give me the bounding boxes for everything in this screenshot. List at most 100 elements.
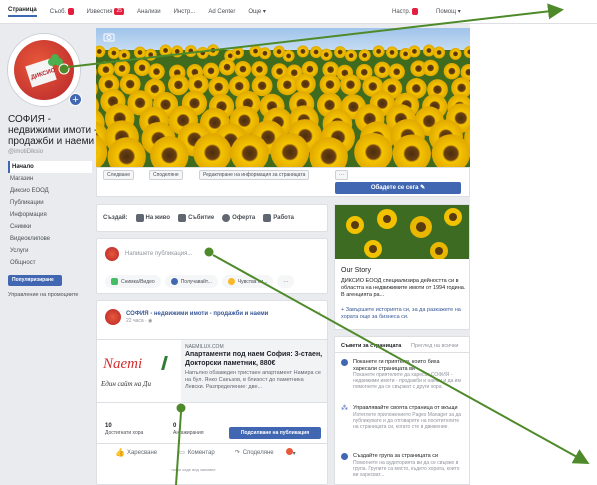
reach-stat: 10 Достигнати хора	[105, 423, 143, 436]
boost-post-button[interactable]: Подсилване на публикация	[229, 427, 321, 439]
profile-picture[interactable]: ДИКСИО +	[8, 34, 82, 106]
page-top-nav: Страница Съоб. Известия 25 Анализи Инстр.…	[0, 0, 597, 24]
get-messages-button[interactable]: Получавайт...	[164, 275, 218, 288]
create-offer[interactable]: Оферта	[222, 214, 255, 222]
nav-videos[interactable]: Видеоклипове	[8, 233, 92, 245]
tab-page-label: Страница	[8, 6, 37, 13]
tip-group-body: Помогнете на аудиторията ви да се свърже…	[353, 459, 460, 478]
our-story-card[interactable]: Our Story ДИКСИО ЕООД специализира дейно…	[334, 204, 470, 330]
promote-button[interactable]: Популяризиране	[8, 275, 62, 286]
tip-manager-body: Изтеглете приложението Pages Manager за …	[353, 411, 462, 430]
link-image: Naemi Един сайт на Ди	[97, 340, 181, 402]
photo-video-button[interactable]: Снимка/Видео	[105, 275, 161, 288]
comment-icon: ▭	[179, 450, 185, 456]
composer-avatar	[105, 247, 119, 261]
sunflower-field-image	[96, 28, 470, 167]
nav-community[interactable]: Общност	[8, 257, 92, 269]
tab-ad-center[interactable]: Ad Center	[208, 9, 235, 15]
logo-accent-shape	[161, 356, 177, 370]
link-title: Апартаменти под наем София: 3-стаен, Док…	[185, 351, 323, 367]
settings-badge	[412, 8, 418, 15]
post-author[interactable]: СОФИЯ - недвижими имоти - продажби и нае…	[126, 311, 268, 317]
create-job[interactable]: Работа	[263, 214, 294, 222]
photo-video-label: Снимка/Видео	[121, 278, 155, 285]
call-now-button[interactable]: Обадете се сега ✎	[335, 182, 461, 194]
nav-diksio[interactable]: Диксио ЕООД	[8, 185, 92, 197]
tip-pages-manager[interactable]: ⁂ Управлявайте своята страница от вкъщи И…	[341, 405, 465, 430]
tab-notifications[interactable]: Известия 25	[87, 8, 125, 15]
tag-icon	[222, 214, 231, 222]
post-time[interactable]: 22 часа · ◉	[126, 318, 268, 324]
smiley-icon	[227, 278, 235, 285]
photo-icon	[111, 278, 118, 285]
nav-shop[interactable]: Магазин	[8, 173, 92, 185]
page-handle[interactable]: @imotiDiksio	[8, 149, 92, 155]
post-menu-button[interactable]: ···	[314, 309, 321, 316]
notifications-badge: 25	[114, 8, 125, 15]
edit-page-info-button[interactable]: Редактиране на информация за страницата	[199, 170, 310, 180]
story-title: Our Story	[341, 267, 371, 274]
tab-page[interactable]: Страница	[8, 7, 37, 17]
naemilux-logo-text: Naemi	[103, 356, 143, 372]
help-link[interactable]: Помощ ▾	[436, 8, 461, 15]
create-job-label: Работа	[273, 215, 294, 221]
reach-value: 10	[105, 423, 112, 429]
complete-story-link[interactable]: + Завършете историята си, за да разкажет…	[341, 307, 467, 321]
composer-input[interactable]: Напишете публикация...	[125, 251, 192, 257]
follow-button[interactable]: Следване	[103, 170, 135, 180]
follow-label: Следване	[107, 172, 131, 178]
invite-icon	[341, 359, 348, 366]
engagement-stat: 0 Ангажирания	[173, 423, 204, 436]
nav-about[interactable]: Информация	[8, 209, 92, 221]
create-offer-label: Оферта	[232, 215, 256, 221]
reaction-selector[interactable]: ▾	[285, 448, 296, 457]
post-composer: Напишете публикация... Снимка/Видео Полу…	[96, 238, 328, 294]
tab-insights[interactable]: Анализи	[137, 9, 161, 15]
tab-more[interactable]: Още ▾	[248, 8, 266, 15]
tip-invite-title: Поканете ги приятели, които биха харесал…	[353, 359, 440, 372]
reach-label: Достигнати хора	[105, 430, 144, 436]
link-domain: NAEMILUX.COM	[185, 344, 224, 350]
comment-button[interactable]: ▭ Коментар	[179, 449, 215, 457]
feeling-button[interactable]: Чувства си...	[221, 275, 274, 288]
calendar-icon	[178, 214, 187, 222]
share-button[interactable]: Споделяне	[149, 170, 183, 180]
comment-label: Коментар	[187, 449, 215, 456]
create-event-label: Събитие	[188, 215, 215, 221]
post-footer: · пише каде вид заемане	[169, 467, 216, 472]
see-all-tips-tab[interactable]: Преглед на всички	[411, 343, 459, 349]
create-live[interactable]: На живо	[135, 214, 170, 222]
group-icon	[341, 453, 348, 460]
tip-invite-friends[interactable]: Поканете ги приятели, които биха харесал…	[341, 359, 465, 390]
nav-posts[interactable]: Публикации	[8, 197, 92, 209]
create-event[interactable]: Събитие	[178, 214, 214, 222]
nav-services[interactable]: Услуги	[8, 245, 92, 257]
page-post: СОФИЯ - недвижими имоти - продажби и нае…	[96, 300, 328, 485]
link-preview[interactable]: Naemi Един сайт на Ди NAEMILUX.COM Апарт…	[97, 339, 327, 403]
story-cover-image	[335, 205, 469, 260]
cover-photo[interactable]	[96, 28, 470, 167]
nav-photos[interactable]: Снимки	[8, 221, 92, 233]
cover-actions-bar: Следване Споделяне Редактиране на информ…	[96, 167, 470, 197]
more-button[interactable]: ···	[335, 170, 348, 180]
manage-promotions-link[interactable]: Управление на промоциите	[8, 292, 92, 298]
share-post-button[interactable]: ↷ Споделяне	[235, 449, 274, 457]
composer-more-button[interactable]: ···	[277, 275, 295, 288]
post-author-avatar[interactable]	[105, 309, 121, 325]
share-label: Споделяне	[153, 172, 179, 178]
tab-messages[interactable]: Съоб.	[50, 8, 74, 15]
engagement-label: Ангажирания	[173, 430, 204, 436]
left-nav: Начало Магазин Диксио ЕООД Публикации Ин…	[8, 161, 92, 269]
tip-manager-title: Управлявайте своята страница от вкъщи	[353, 405, 458, 411]
tips-tab[interactable]: Съвети за страницата	[341, 343, 401, 349]
nav-home[interactable]: Начало	[8, 161, 92, 173]
tab-tools-label: Инстр...	[173, 8, 196, 15]
get-messages-label: Получавайт...	[180, 278, 212, 285]
update-photo-plus-icon[interactable]: +	[69, 93, 82, 106]
tip-invite-body: Поканете приятелите да харесат СОФИЯ - н…	[353, 372, 461, 390]
tab-tools[interactable]: Инстр...	[174, 9, 196, 15]
tip-create-group[interactable]: Създайте група за страницата си Помогнете…	[341, 453, 465, 478]
messenger-icon	[170, 278, 178, 285]
like-button[interactable]: 👍 Харесване	[115, 448, 157, 457]
settings-link[interactable]: Настр.	[392, 8, 418, 15]
